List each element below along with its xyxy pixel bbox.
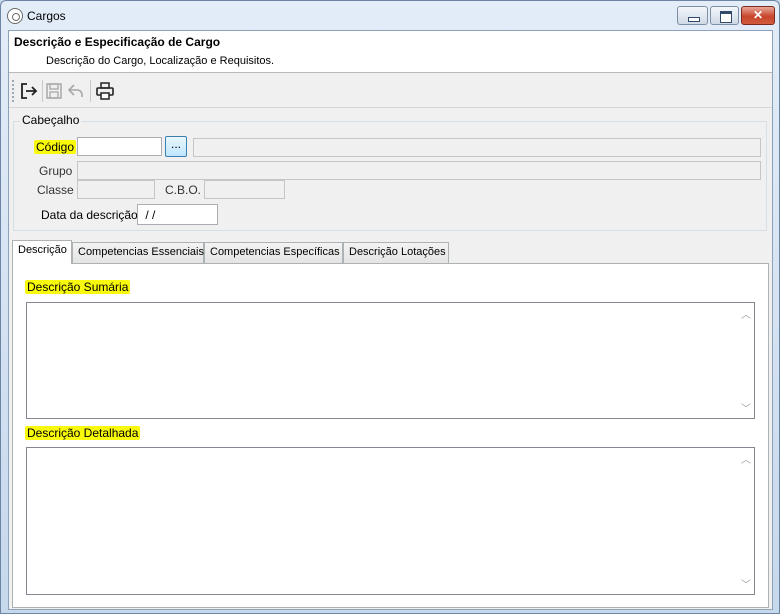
classe-field — [77, 180, 155, 199]
grupo-field — [77, 161, 761, 180]
codigo-label: Código — [34, 140, 77, 154]
minimize-button[interactable] — [677, 6, 708, 25]
descricao-sumaria-label: Descrição Sumária — [25, 280, 131, 294]
exit-button[interactable] — [19, 81, 39, 101]
cbo-field — [204, 180, 285, 199]
data-descricao-input[interactable] — [137, 204, 218, 225]
data-descricao-label: Data da descrição — [41, 208, 138, 222]
descricao-tab-panel: Descrição Sumária ︿ ﹀ Descrição Detalhad… — [12, 263, 769, 608]
cabecalho-group: Cabeçalho Código ... Grupo Classe C.B.O.… — [13, 113, 767, 231]
save-icon — [46, 83, 62, 99]
undo-button[interactable] — [66, 81, 86, 101]
form-title: Descrição e Especificação de Cargo — [14, 35, 221, 49]
codigo-lookup-button[interactable]: ... — [165, 136, 187, 157]
tab-competencias-essenciais[interactable]: Competencias Essenciais — [72, 242, 204, 263]
title-bar[interactable]: Cargos — [1, 1, 779, 30]
scroll-down-icon[interactable]: ﹀ — [741, 576, 751, 591]
window-title: Cargos — [27, 9, 66, 23]
client-area: Descrição e Especificação de Cargo Descr… — [8, 30, 773, 610]
print-icon — [96, 82, 114, 100]
form-subtitle: Descrição do Cargo, Localização e Requis… — [46, 55, 275, 67]
toolbar-separator — [90, 80, 91, 102]
tab-descricao-lotacoes[interactable]: Descrição Lotações — [343, 242, 449, 263]
descricao-sumaria-scrollbar[interactable]: ︿ ﹀ — [737, 303, 754, 418]
scroll-down-icon[interactable]: ﹀ — [741, 400, 751, 415]
undo-icon — [67, 84, 83, 97]
cbo-label: C.B.O. — [165, 183, 202, 197]
descricao-detalhada-label: Descrição Detalhada — [25, 426, 141, 440]
exit-icon — [21, 83, 38, 99]
grupo-label: Grupo — [39, 164, 73, 178]
scroll-up-icon[interactable]: ︿ — [741, 451, 751, 466]
descricao-detalhada-textarea[interactable]: ︿ ﹀ — [26, 447, 755, 595]
form-header: Descrição e Especificação de Cargo Descr… — [9, 31, 772, 73]
save-button[interactable] — [44, 81, 64, 101]
toolbar-grip[interactable] — [12, 80, 14, 102]
codigo-input[interactable] — [77, 137, 162, 156]
scroll-up-icon[interactable]: ︿ — [741, 306, 751, 321]
app-icon — [7, 8, 23, 24]
cargos-window: Cargos Descrição e Especificação de Carg… — [0, 0, 780, 614]
toolbar — [9, 74, 772, 108]
descricao-sumaria-textarea[interactable]: ︿ ﹀ — [26, 302, 755, 419]
maximize-button[interactable] — [710, 6, 739, 25]
tab-descricao[interactable]: Descrição — [12, 240, 72, 264]
codigo-description-field — [193, 138, 761, 157]
tab-competencias-especificas[interactable]: Competencias Específicas — [204, 242, 343, 263]
close-button[interactable] — [741, 6, 775, 25]
classe-label: Classe — [37, 183, 74, 197]
descricao-detalhada-scrollbar[interactable]: ︿ ﹀ — [737, 448, 754, 594]
toolbar-separator — [42, 80, 43, 102]
print-button[interactable] — [95, 81, 115, 101]
cabecalho-legend: Cabeçalho — [20, 113, 82, 127]
